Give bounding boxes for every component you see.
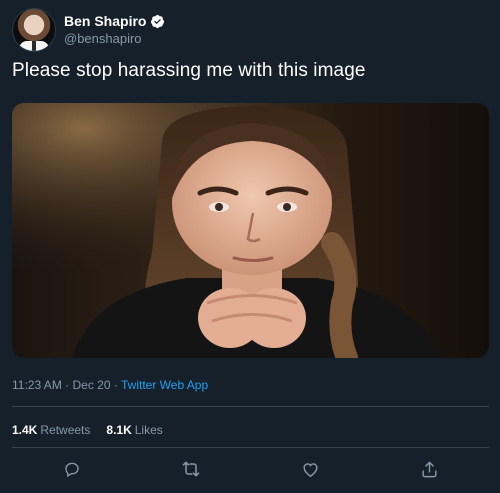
verified-badge-icon — [150, 14, 165, 29]
tweet-header: Ben Shapiro @benshapiro — [12, 8, 165, 52]
avatar-tie — [32, 41, 36, 51]
reply-button[interactable] — [60, 457, 84, 481]
like-icon — [303, 462, 318, 477]
meta-separator-dot: · — [65, 378, 70, 392]
retweets-label: Retweets — [40, 423, 91, 437]
like-button[interactable] — [298, 457, 322, 481]
tweet-text: Please stop harassing me with this image — [12, 60, 366, 81]
divider-2 — [12, 447, 489, 448]
likes-stat[interactable]: 8.1K Likes — [106, 423, 162, 437]
retweet-icon — [182, 461, 200, 477]
display-name[interactable]: Ben Shapiro — [64, 13, 146, 30]
meta-separator-2: · — [114, 378, 121, 392]
share-button[interactable] — [417, 457, 441, 481]
tweet-meta: 11:23 AM · Dec 20 · Twitter Web App — [12, 378, 208, 392]
tweet-source[interactable]: Twitter Web App — [121, 378, 208, 392]
author-names: Ben Shapiro @benshapiro — [64, 13, 165, 47]
likes-count: 8.1K — [106, 423, 132, 437]
retweet-button[interactable] — [179, 457, 203, 481]
name-row: Ben Shapiro — [64, 13, 165, 30]
avatar[interactable] — [12, 8, 56, 52]
likes-label: Likes — [134, 423, 163, 437]
tweet-image[interactable] — [12, 103, 489, 358]
retweets-stat[interactable]: 1.4K Retweets — [12, 423, 90, 437]
divider — [12, 406, 489, 407]
tweet-stats: 1.4K Retweets 8.1K Likes — [12, 423, 163, 437]
share-icon — [422, 461, 437, 477]
action-bar — [12, 457, 489, 481]
tweet: Ben Shapiro @benshapiro Please stop hara… — [0, 0, 500, 493]
tweet-time[interactable]: 11:23 AM — [12, 378, 62, 392]
tweet-date[interactable]: Dec 20 — [73, 378, 111, 392]
handle[interactable]: @benshapiro — [64, 30, 165, 47]
meta-separator-dot-2: · — [113, 378, 118, 392]
reply-icon — [64, 462, 79, 478]
meta-separator: · — [65, 378, 72, 392]
retweets-count: 1.4K — [12, 423, 38, 437]
